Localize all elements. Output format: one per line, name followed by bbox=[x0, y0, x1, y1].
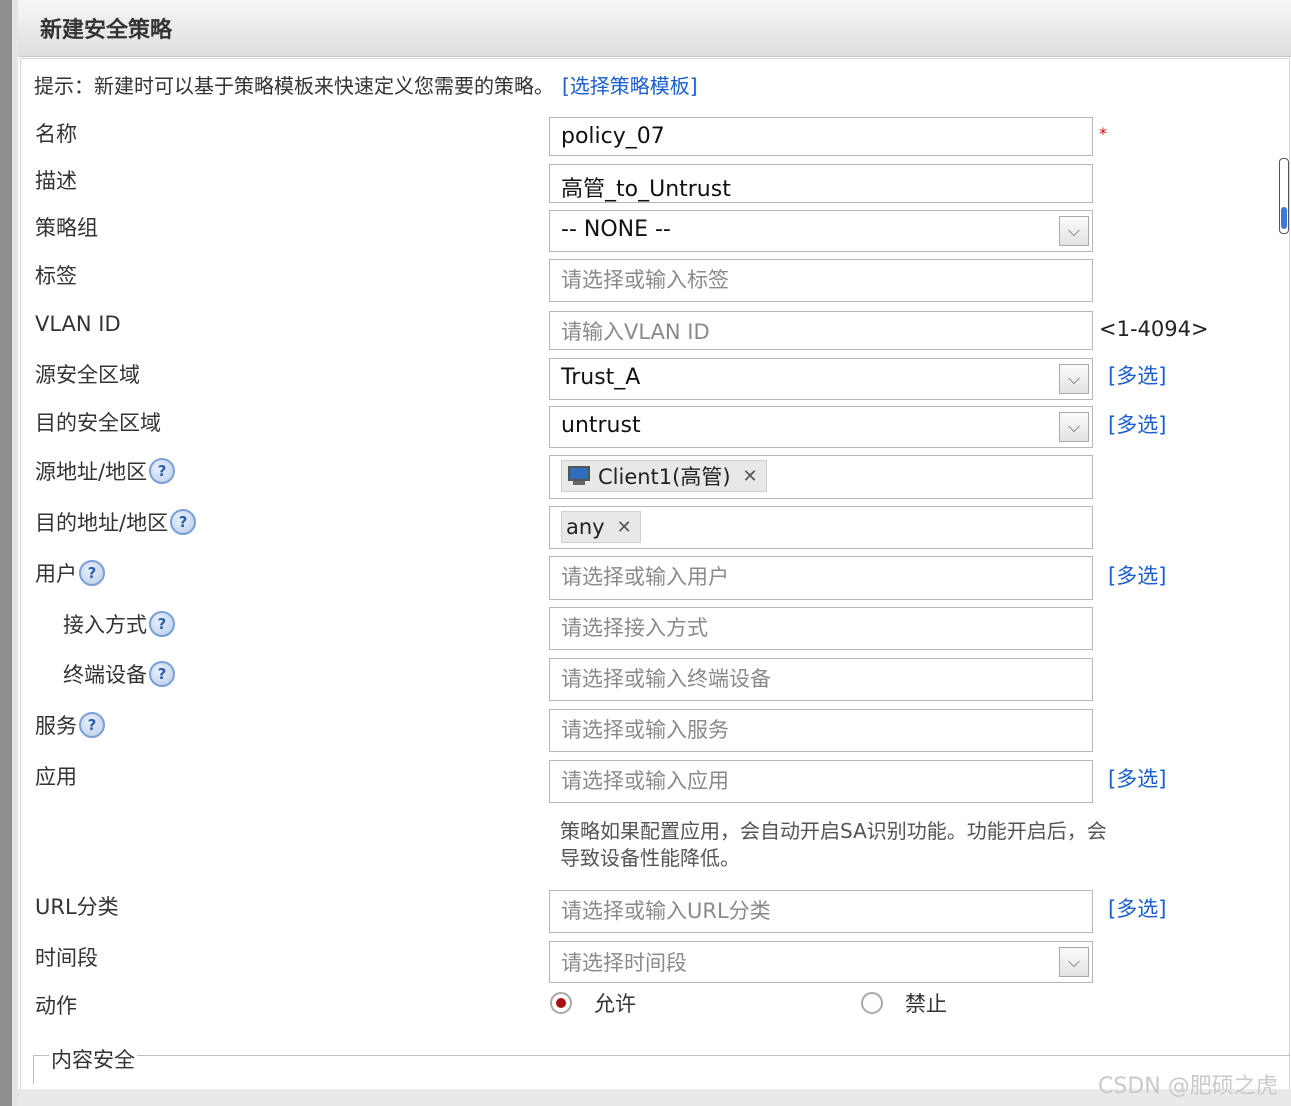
terminal-placeholder: 请选择或输入终端设备 bbox=[561, 667, 771, 691]
src-zone-multi-link[interactable]: [多选] bbox=[1108, 360, 1166, 390]
src-address-label: 源地址/地区? bbox=[35, 456, 176, 486]
computer-icon bbox=[566, 466, 592, 486]
policy-group-select[interactable]: -- NONE -- ⌵ bbox=[549, 210, 1093, 252]
dialog-title: 新建安全策略 bbox=[40, 18, 173, 43]
action-permit-radio[interactable] bbox=[550, 992, 572, 1014]
name-value: policy_07 bbox=[561, 124, 665, 149]
src-zone-select[interactable]: Trust_A ⌵ bbox=[549, 358, 1093, 400]
action-permit-label[interactable]: 允许 bbox=[594, 988, 636, 1018]
service-label: 服务? bbox=[35, 710, 105, 740]
content-security-legend: 内容安全 bbox=[49, 1044, 137, 1074]
template-hint: 提示：新建时可以基于策略模板来快速定义您需要的策略。 [选择策略模板] bbox=[34, 70, 698, 99]
vertical-scrollbar[interactable] bbox=[1279, 158, 1289, 234]
url-category-placeholder: 请选择或输入URL分类 bbox=[561, 899, 771, 923]
dst-zone-label: 目的安全区域 bbox=[35, 411, 161, 435]
remove-tag-icon[interactable]: ✕ bbox=[617, 517, 632, 538]
vlan-input[interactable]: 请输入VLAN ID bbox=[549, 311, 1093, 350]
name-input[interactable]: policy_07 bbox=[549, 117, 1093, 156]
required-mark: * bbox=[1099, 124, 1107, 143]
hint-text: 提示：新建时可以基于策略模板来快速定义您需要的策略。 bbox=[34, 74, 554, 98]
policy-group-value: -- NONE -- bbox=[561, 217, 671, 242]
tag-input[interactable]: 请选择或输入标签 bbox=[549, 259, 1093, 302]
url-category-multi-link[interactable]: [多选] bbox=[1108, 893, 1166, 923]
watermark: CSDN @肥硕之虎 bbox=[1098, 1074, 1278, 1099]
action-deny-radio[interactable] bbox=[861, 992, 883, 1014]
tag-label: 标签 bbox=[35, 264, 77, 288]
chevron-down-icon[interactable]: ⌵ bbox=[1059, 216, 1089, 246]
dst-address-input[interactable]: any ✕ bbox=[549, 506, 1093, 549]
window-left-shadow bbox=[12, 0, 18, 1106]
service-input[interactable]: 请选择或输入服务 bbox=[549, 709, 1093, 752]
help-icon[interactable]: ? bbox=[149, 661, 175, 687]
dst-address-tag-label: any bbox=[566, 515, 605, 539]
user-multi-link[interactable]: [多选] bbox=[1108, 560, 1166, 590]
help-icon[interactable]: ? bbox=[149, 458, 176, 484]
chevron-down-icon[interactable]: ⌵ bbox=[1059, 364, 1089, 394]
src-zone-label: 源安全区域 bbox=[35, 363, 140, 387]
time-range-placeholder: 请选择时间段 bbox=[561, 951, 687, 975]
src-zone-value: Trust_A bbox=[561, 365, 641, 390]
url-category-label: URL分类 bbox=[35, 895, 119, 919]
dst-address-label: 目的地址/地区? bbox=[35, 507, 197, 537]
vlan-label: VLAN ID bbox=[35, 312, 121, 336]
user-placeholder: 请选择或输入用户 bbox=[561, 565, 729, 589]
url-category-input[interactable]: 请选择或输入URL分类 bbox=[549, 890, 1093, 933]
dst-zone-multi-link[interactable]: [多选] bbox=[1108, 409, 1166, 439]
application-note: 策略如果配置应用，会自动开启SA识别功能。功能开启后，会导致设备性能降低。 bbox=[560, 819, 1107, 870]
dst-address-label-text: 目的地址/地区 bbox=[35, 511, 169, 535]
service-placeholder: 请选择或输入服务 bbox=[561, 718, 729, 742]
policy-group-label: 策略组 bbox=[35, 216, 98, 240]
src-address-tag: Client1(高管) ✕ bbox=[561, 460, 767, 492]
chevron-down-icon[interactable]: ⌵ bbox=[1059, 412, 1089, 442]
terminal-label-text: 终端设备 bbox=[63, 663, 147, 687]
time-range-select[interactable]: 请选择时间段 ⌵ bbox=[549, 941, 1093, 983]
description-value: 高管_to_Untrust bbox=[561, 177, 731, 202]
application-input[interactable]: 请选择或输入应用 bbox=[549, 760, 1093, 803]
src-address-label-text: 源地址/地区 bbox=[35, 460, 148, 484]
src-address-tag-label: Client1(高管) bbox=[598, 465, 731, 489]
select-template-link[interactable]: [选择策略模板] bbox=[562, 74, 698, 98]
dialog-titlebar: 新建安全策略 bbox=[18, 0, 1291, 57]
user-label: 用户? bbox=[35, 558, 105, 588]
application-multi-link[interactable]: [多选] bbox=[1108, 763, 1166, 793]
service-label-text: 服务 bbox=[35, 714, 77, 738]
remove-tag-icon[interactable]: ✕ bbox=[743, 466, 758, 487]
help-icon[interactable]: ? bbox=[149, 611, 175, 637]
help-icon[interactable]: ? bbox=[170, 509, 197, 535]
user-label-text: 用户 bbox=[35, 562, 77, 586]
access-mode-input[interactable]: 请选择接入方式 bbox=[549, 607, 1093, 650]
action-deny-label[interactable]: 禁止 bbox=[905, 988, 947, 1018]
terminal-label: 终端设备? bbox=[63, 659, 175, 689]
chevron-down-icon[interactable]: ⌵ bbox=[1059, 947, 1089, 977]
access-mode-label: 接入方式? bbox=[63, 609, 175, 639]
application-label: 应用 bbox=[35, 765, 77, 789]
user-input[interactable]: 请选择或输入用户 bbox=[549, 556, 1093, 600]
dst-address-tag: any ✕ bbox=[561, 511, 641, 543]
vlan-range-hint: <1-4094> bbox=[1099, 317, 1209, 341]
src-address-input[interactable]: Client1(高管) ✕ bbox=[549, 455, 1093, 499]
description-input[interactable]: 高管_to_Untrust bbox=[549, 164, 1093, 203]
terminal-input[interactable]: 请选择或输入终端设备 bbox=[549, 658, 1093, 701]
description-label: 描述 bbox=[35, 169, 77, 193]
dst-zone-value: untrust bbox=[561, 413, 641, 438]
help-icon[interactable]: ? bbox=[79, 712, 105, 738]
access-mode-label-text: 接入方式 bbox=[63, 613, 147, 637]
dst-zone-select[interactable]: untrust ⌵ bbox=[549, 406, 1093, 448]
help-icon[interactable]: ? bbox=[79, 560, 105, 586]
time-range-label: 时间段 bbox=[35, 946, 98, 970]
window-left-border bbox=[0, 0, 12, 1106]
tag-placeholder: 请选择或输入标签 bbox=[561, 268, 729, 292]
scrollbar-thumb[interactable] bbox=[1281, 207, 1287, 229]
action-label: 动作 bbox=[35, 994, 77, 1018]
name-label: 名称 bbox=[35, 122, 77, 146]
application-placeholder: 请选择或输入应用 bbox=[561, 769, 729, 793]
vlan-placeholder: 请输入VLAN ID bbox=[561, 320, 710, 344]
access-mode-placeholder: 请选择接入方式 bbox=[561, 616, 708, 640]
